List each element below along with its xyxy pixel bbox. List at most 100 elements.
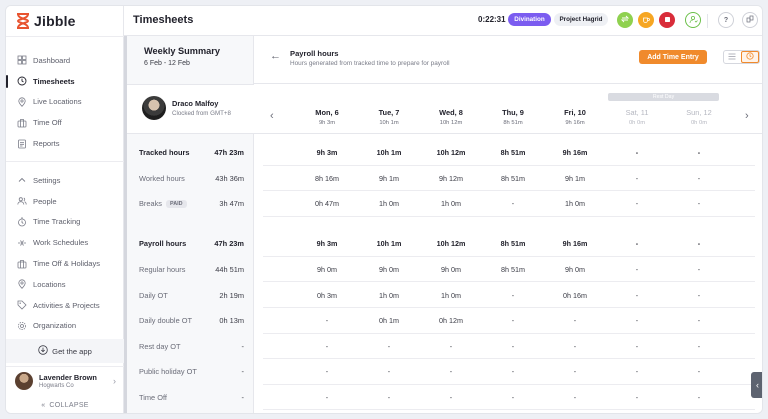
table-cell[interactable]: 8h 51m [482,140,544,166]
sidebar-item-live-locations[interactable]: Live Locations [6,92,124,113]
table-cell[interactable]: 0h 47m [296,191,358,217]
sidebar-item-people[interactable]: People [6,191,124,212]
table-cell[interactable]: - [544,385,606,411]
table-cell[interactable]: 8h 51m [482,257,544,283]
activity-badge[interactable]: Divination [508,13,551,26]
table-cell[interactable]: 0h 16m [544,282,606,308]
table-cell[interactable]: 8h 16m [296,166,358,192]
day-column-header[interactable]: Thu, 9 8h 51m [482,108,544,126]
table-cell[interactable]: 10h 12m [420,140,482,166]
day-column-header[interactable]: Mon, 6 9h 3m [296,108,358,126]
sidebar-item-time-off[interactable]: Time Off [6,112,124,133]
table-cell[interactable]: - [668,308,730,334]
table-cell[interactable]: - [482,385,544,411]
collapse-button[interactable]: « COLLAPSE [6,396,124,413]
break-button[interactable] [638,12,654,28]
table-cell[interactable]: - [606,282,668,308]
table-cell[interactable]: - [668,166,730,192]
table-cell[interactable]: 9h 1m [358,166,420,192]
table-cell[interactable]: 8h 51m [482,231,544,257]
user-menu[interactable]: Lavender Brown Hogwarts Co › [6,366,124,394]
table-cell[interactable]: - [420,334,482,360]
table-cell[interactable]: - [358,385,420,411]
chevron-left-icon[interactable]: ‹ [270,110,274,122]
side-panel-toggle[interactable]: ‹ [751,372,762,398]
table-cell[interactable]: - [668,191,730,217]
sidebar-item-time-off-holidays[interactable]: Time Off & Holidays [6,253,124,274]
table-cell[interactable]: 9h 0m [296,257,358,283]
add-time-entry-button[interactable]: Add Time Entry [639,50,707,64]
table-cell[interactable]: - [296,334,358,360]
table-cell[interactable]: 9h 16m [544,140,606,166]
sidebar-item-work-schedules[interactable]: Work Schedules [6,232,124,253]
table-cell[interactable]: - [544,359,606,385]
table-cell[interactable]: 10h 1m [358,140,420,166]
day-column-header[interactable]: Tue, 7 10h 1m [358,108,420,126]
table-cell[interactable]: - [668,359,730,385]
table-cell[interactable]: - [420,359,482,385]
table-cell[interactable]: - [296,359,358,385]
table-cell[interactable]: 10h 1m [358,231,420,257]
sidebar-item-organization[interactable]: Organization [6,316,124,337]
back-arrow-icon[interactable]: ← [270,50,281,62]
table-cell[interactable]: - [358,359,420,385]
member-profile[interactable]: Draco Malfoy Clocked from GMT+8 [127,84,254,134]
table-cell[interactable]: - [606,359,668,385]
chevron-right-icon[interactable]: › [745,110,749,122]
table-cell[interactable]: 9h 12m [420,166,482,192]
stop-button[interactable] [659,12,675,28]
table-cell[interactable]: - [606,257,668,283]
table-cell[interactable]: 1h 0m [544,191,606,217]
sidebar-item-timesheets[interactable]: Timesheets [6,71,124,92]
table-cell[interactable]: - [606,140,668,166]
widgets-button[interactable] [742,12,758,28]
table-cell[interactable]: - [668,385,730,411]
sidebar-item-time-tracking[interactable]: Time Tracking [6,212,124,233]
table-cell[interactable]: - [482,282,544,308]
get-app-button[interactable]: Get the app [6,339,124,363]
payroll-view-button[interactable] [740,51,759,63]
table-cell[interactable]: 9h 1m [544,166,606,192]
table-cell[interactable]: - [606,308,668,334]
table-cell[interactable]: - [668,282,730,308]
table-cell[interactable]: - [296,308,358,334]
day-column-header[interactable]: Sat, 11 0h 0m [606,108,668,126]
table-cell[interactable]: - [296,385,358,411]
table-cell[interactable]: 9h 3m [296,231,358,257]
table-cell[interactable]: 9h 3m [296,140,358,166]
table-cell[interactable]: 9h 0m [358,257,420,283]
table-cell[interactable]: 1h 0m [420,282,482,308]
sidebar-item-settings[interactable]: Settings [6,170,124,191]
table-cell[interactable]: 9h 0m [420,257,482,283]
table-cell[interactable]: - [482,308,544,334]
table-cell[interactable]: - [358,334,420,360]
table-cell[interactable]: - [668,334,730,360]
list-view-button[interactable] [724,51,741,63]
clock-in-user-button[interactable] [685,12,701,28]
sidebar-item-reports[interactable]: Reports [6,133,124,154]
table-cell[interactable]: - [606,231,668,257]
table-cell[interactable]: 1h 0m [358,282,420,308]
table-cell[interactable]: 1h 0m [358,191,420,217]
day-column-header[interactable]: Fri, 10 9h 16m [544,108,606,126]
day-column-header[interactable]: Sun, 12 0h 0m [668,108,730,126]
table-cell[interactable]: 0h 1m [358,308,420,334]
table-cell[interactable]: - [544,334,606,360]
table-cell[interactable]: 1h 0m [420,191,482,217]
table-cell[interactable]: 10h 12m [420,231,482,257]
table-cell[interactable]: - [606,334,668,360]
sidebar-item-locations[interactable]: Locations [6,274,124,295]
help-button[interactable]: ? [718,12,734,28]
switch-activity-button[interactable] [617,12,633,28]
logo[interactable]: Jibble [16,13,76,29]
day-column-header[interactable]: Wed, 8 10h 12m [420,108,482,126]
project-badge[interactable]: Project Hagrid [554,13,608,26]
table-cell[interactable]: - [420,385,482,411]
table-cell[interactable]: - [482,191,544,217]
sidebar-item-dashboard[interactable]: Dashboard [6,50,124,71]
table-cell[interactable]: - [544,308,606,334]
table-cell[interactable]: - [482,359,544,385]
table-cell[interactable]: 8h 51m [482,166,544,192]
sidebar-item-activities-projects[interactable]: Activities & Projects [6,295,124,316]
table-cell[interactable]: 0h 3m [296,282,358,308]
